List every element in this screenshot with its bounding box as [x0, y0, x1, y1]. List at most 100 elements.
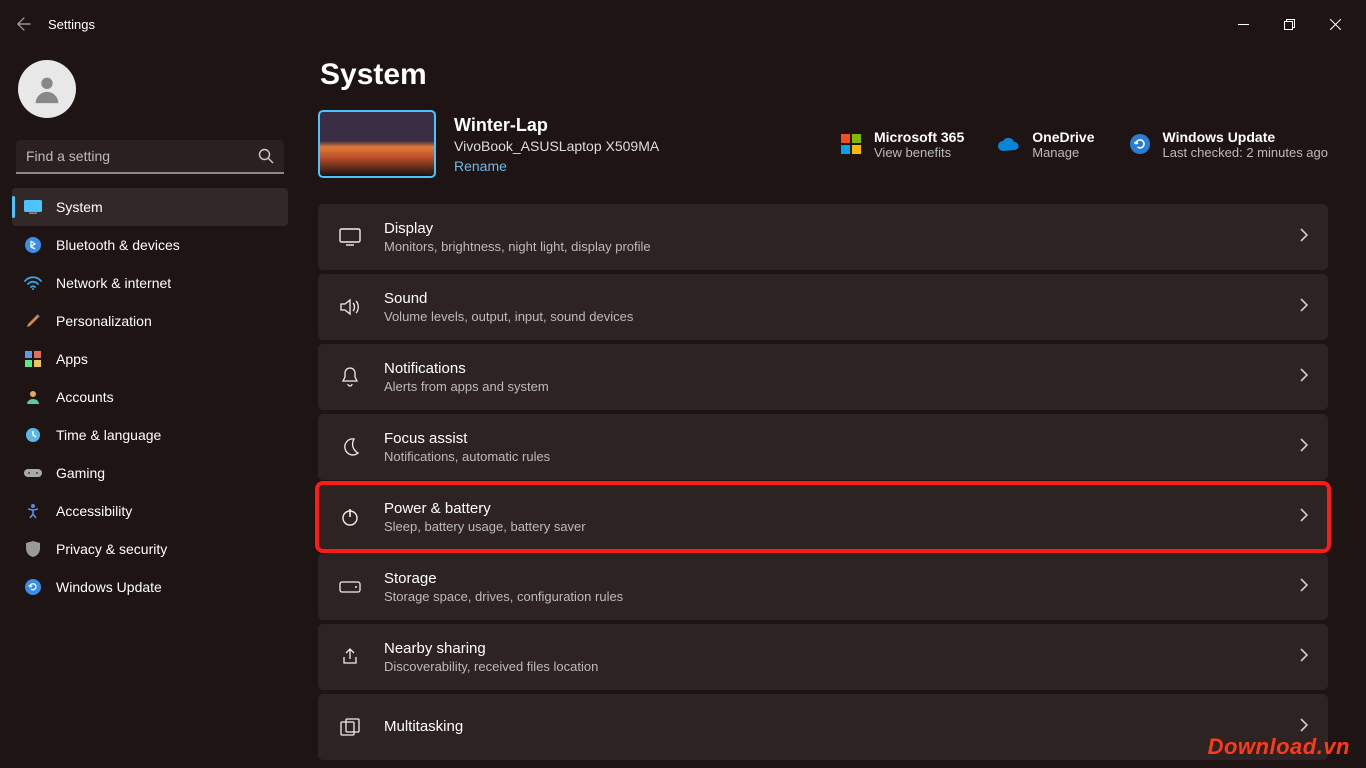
card-sound[interactable]: SoundVolume levels, output, input, sound…	[318, 274, 1328, 340]
card-power[interactable]: Power & battery Sleep, battery usage, bat…	[318, 484, 1328, 550]
quicklink-title: Microsoft 365	[874, 129, 964, 145]
quicklink-sub: Manage	[1032, 145, 1094, 160]
close-icon	[1330, 19, 1341, 30]
display-icon	[338, 225, 362, 249]
card-title: Power & battery	[384, 500, 586, 517]
sidebar-item-privacy[interactable]: Privacy & security	[12, 530, 288, 568]
device-info: Winter-Lap VivoBook_ASUSLaptop X509MA Re…	[454, 115, 659, 174]
card-sharing[interactable]: Nearby sharing Discoverability, received …	[318, 624, 1328, 690]
bell-icon	[338, 365, 362, 389]
chevron-right-icon	[1300, 298, 1308, 317]
maximize-icon	[1284, 19, 1295, 30]
card-title: Display	[384, 220, 651, 237]
accessibility-icon	[24, 502, 42, 520]
card-display[interactable]: Display Monitors, brightness, night light…	[318, 204, 1328, 270]
quicklink-sub: View benefits	[874, 145, 964, 160]
card-notifications[interactable]: Notifications Alerts from apps and system	[318, 344, 1328, 410]
search-icon	[258, 148, 274, 169]
chevron-right-icon	[1300, 578, 1308, 597]
quicklink-onedrive[interactable]: OneDrive Manage	[998, 129, 1094, 160]
card-multitasking[interactable]: Multitasking	[318, 694, 1328, 760]
onedrive-icon	[998, 133, 1020, 155]
m365-icon	[840, 133, 862, 155]
system-icon	[24, 198, 42, 216]
accounts-icon	[24, 388, 42, 406]
sidebar-item-update[interactable]: Windows Update	[12, 568, 288, 606]
card-focus[interactable]: Focus assistNotifications, automatic rul…	[318, 414, 1328, 480]
sidebar-item-label: Privacy & security	[56, 541, 167, 557]
gaming-icon	[24, 464, 42, 482]
sidebar-item-system[interactable]: System	[12, 188, 288, 226]
minimize-button[interactable]	[1220, 8, 1266, 40]
sidebar-item-gaming[interactable]: Gaming	[12, 454, 288, 492]
sidebar-item-label: Network & internet	[56, 275, 171, 291]
sidebar-item-bluetooth[interactable]: Bluetooth & devices	[12, 226, 288, 264]
card-title: Notifications	[384, 360, 549, 377]
arrow-left-icon	[17, 17, 31, 31]
sidebar-item-time[interactable]: Time & language	[12, 416, 288, 454]
device-thumbnail[interactable]	[318, 110, 436, 178]
card-sub: Discoverability, received files location	[384, 659, 598, 674]
device-model: VivoBook_ASUSLaptop X509MA	[454, 138, 659, 154]
sidebar-item-label: Time & language	[56, 427, 161, 443]
bluetooth-icon	[24, 236, 42, 254]
share-icon	[338, 645, 362, 669]
search-container	[16, 140, 284, 174]
person-icon	[30, 72, 64, 106]
minimize-icon	[1238, 19, 1249, 30]
card-title: Nearby sharing	[384, 640, 598, 657]
close-button[interactable]	[1312, 8, 1358, 40]
quicklink-title: OneDrive	[1032, 129, 1094, 145]
sidebar-item-accessibility[interactable]: Accessibility	[12, 492, 288, 530]
chevron-right-icon	[1300, 368, 1308, 387]
wifi-icon	[24, 274, 42, 292]
rename-link[interactable]: Rename	[454, 158, 659, 174]
sidebar-item-apps[interactable]: Apps	[12, 340, 288, 378]
main-content: System Winter-Lap VivoBook_ASUSLaptop X5…	[300, 48, 1366, 768]
chevron-right-icon	[1300, 228, 1308, 247]
brush-icon	[24, 312, 42, 330]
quicklink-update[interactable]: Windows Update Last checked: 2 minutes a…	[1129, 129, 1329, 160]
page-title: System	[320, 58, 1328, 92]
quicklink-title: Windows Update	[1163, 129, 1329, 145]
card-sub: Storage space, drives, configuration rul…	[384, 589, 623, 604]
sidebar-item-personalization[interactable]: Personalization	[12, 302, 288, 340]
power-icon	[338, 505, 362, 529]
windows-update-icon	[1129, 133, 1151, 155]
sidebar-item-label: Accounts	[56, 389, 114, 405]
card-title: Storage	[384, 570, 623, 587]
card-sub: Alerts from apps and system	[384, 379, 549, 394]
sidebar-item-label: Gaming	[56, 465, 105, 481]
card-title: Multitasking	[384, 718, 463, 735]
user-profile[interactable]	[12, 56, 288, 136]
moon-icon	[338, 435, 362, 459]
sidebar-item-accounts[interactable]: Accounts	[12, 378, 288, 416]
chevron-right-icon	[1300, 438, 1308, 457]
card-storage[interactable]: Storage Storage space, drives, configurat…	[318, 554, 1328, 620]
sidebar-item-label: Bluetooth & devices	[56, 237, 180, 253]
back-button[interactable]	[8, 8, 40, 40]
quicklink-m365[interactable]: Microsoft 365 View benefits	[840, 129, 964, 160]
chevron-right-icon	[1300, 508, 1308, 527]
card-sub: Notifications, automatic rules	[384, 449, 550, 464]
sidebar-item-label: Accessibility	[56, 503, 132, 519]
device-header: Winter-Lap VivoBook_ASUSLaptop X509MA Re…	[318, 110, 1328, 178]
search-input[interactable]	[16, 140, 284, 174]
chevron-right-icon	[1300, 648, 1308, 667]
sidebar-item-network[interactable]: Network & internet	[12, 264, 288, 302]
settings-cards: Display Monitors, brightness, night light…	[318, 204, 1328, 760]
sidebar-item-label: Personalization	[56, 313, 152, 329]
device-name: Winter-Lap	[454, 115, 659, 136]
maximize-button[interactable]	[1266, 8, 1312, 40]
sidebar-item-label: System	[56, 199, 103, 215]
clock-icon	[24, 426, 42, 444]
storage-icon	[338, 575, 362, 599]
card-sub: Volume levels, output, input, sound devi…	[384, 309, 633, 324]
update-icon	[24, 578, 42, 596]
card-sub: Monitors, brightness, night light, displ…	[384, 239, 651, 254]
card-sub: Sleep, battery usage, battery saver	[384, 519, 586, 534]
window-controls	[1220, 8, 1358, 40]
shield-icon	[24, 540, 42, 558]
quick-links: Microsoft 365 View benefits OneDrive Man…	[840, 129, 1328, 160]
window-title: Settings	[48, 17, 95, 32]
